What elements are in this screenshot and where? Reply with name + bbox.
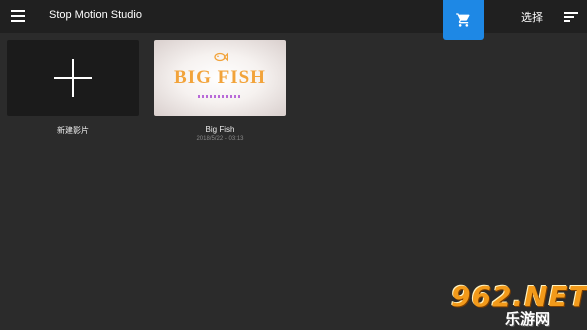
thumbnail-subtitle-decoration (198, 95, 242, 98)
top-app-bar: Stop Motion Studio 选择 (0, 0, 587, 40)
site-watermark: 962.NET 乐游网 (447, 280, 587, 328)
watermark-subtitle: 乐游网 (505, 310, 551, 328)
store-button[interactable] (443, 0, 484, 40)
hamburger-menu-icon[interactable] (11, 10, 27, 23)
shopping-cart-icon (456, 13, 470, 27)
project-card-big-fish[interactable]: BIG FISH Big Fish 2018/5/22 - 03:13 (154, 40, 286, 145)
new-movie-card[interactable]: 新建影片 (7, 40, 139, 140)
app-title: Stop Motion Studio (49, 9, 142, 21)
project-date: 2018/5/22 - 03:13 (196, 136, 244, 142)
sort-icon[interactable] (564, 12, 578, 22)
fish-logo-icon (214, 52, 228, 62)
project-title: Big Fish (205, 125, 235, 134)
project-thumbnail[interactable]: BIG FISH (154, 40, 286, 116)
thumbnail-logo-text: BIG FISH (174, 67, 266, 88)
new-movie-tile[interactable] (7, 40, 139, 116)
select-button[interactable]: 选择 (521, 9, 543, 25)
new-movie-label: 新建影片 (57, 126, 89, 135)
